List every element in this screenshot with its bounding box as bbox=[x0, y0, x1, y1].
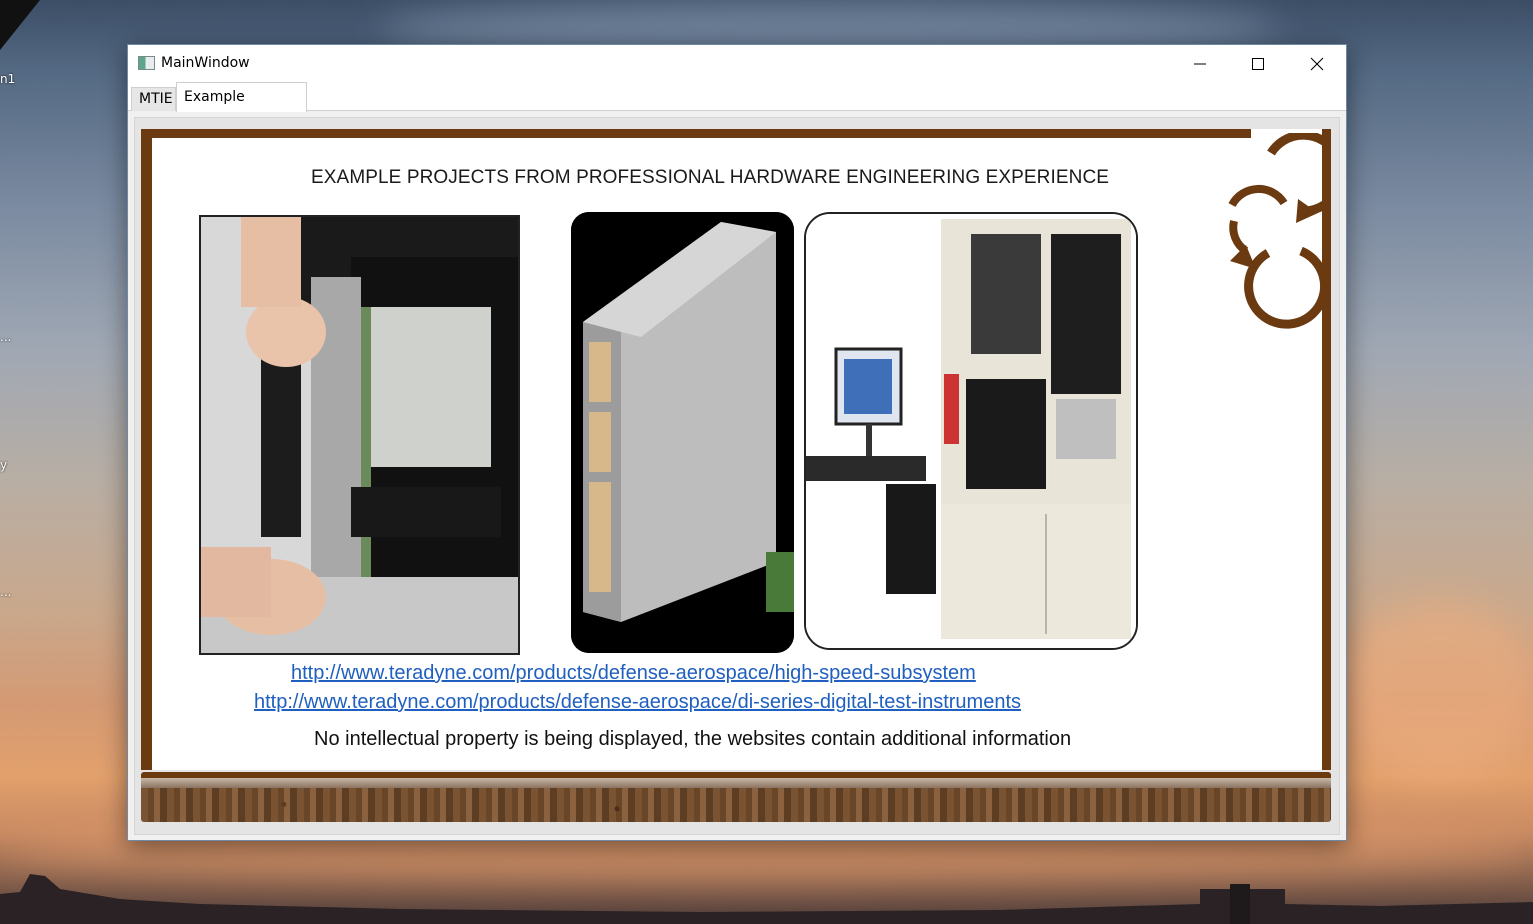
frame-border-left bbox=[141, 129, 152, 770]
city-skyline bbox=[0, 874, 1533, 924]
tab-example-projects[interactable]: Example Projects bbox=[176, 82, 307, 133]
page-heading: EXAMPLE PROJECTS FROM PROFESSIONAL HARDW… bbox=[311, 167, 1110, 188]
desktop-icon-label[interactable]: y bbox=[0, 458, 7, 472]
test-system-photo bbox=[804, 212, 1138, 650]
maximize-button[interactable] bbox=[1229, 45, 1287, 82]
maximize-icon bbox=[1252, 57, 1264, 70]
desktop-icon-label[interactable]: ... bbox=[0, 585, 11, 599]
disclaimer-text: No intellectual property is being displa… bbox=[314, 728, 1072, 750]
close-icon bbox=[1310, 57, 1324, 70]
cycle-arrows-icon bbox=[1228, 133, 1326, 329]
tab-content-panel: EXAMPLE PROJECTS FROM PROFESSIONAL HARDW… bbox=[134, 117, 1340, 835]
main-window: MainWindow MTIE Example Projects bbox=[127, 44, 1347, 841]
instrument-card-photo bbox=[571, 212, 794, 653]
decorative-ground-strip bbox=[141, 772, 1331, 822]
tab-bar: MTIE Example Projects bbox=[128, 82, 1346, 133]
window-title: MainWindow bbox=[161, 55, 250, 71]
link-di-series-instruments[interactable]: http://www.teradyne.com/products/defense… bbox=[254, 691, 1021, 714]
sky-glow bbox=[1340, 600, 1533, 780]
project-slide: EXAMPLE PROJECTS FROM PROFESSIONAL HARDW… bbox=[141, 129, 1331, 770]
app-icon bbox=[138, 56, 155, 70]
desktop-icon-label[interactable]: ... bbox=[0, 330, 11, 344]
minimize-button[interactable] bbox=[1171, 45, 1229, 82]
title-bar[interactable]: MainWindow bbox=[128, 45, 1346, 82]
minimize-icon bbox=[1194, 63, 1206, 64]
desktop-corner bbox=[0, 0, 40, 50]
tab-mtie[interactable]: MTIE bbox=[131, 87, 176, 111]
link-high-speed-subsystem[interactable]: http://www.teradyne.com/products/defense… bbox=[291, 662, 976, 685]
frame-border-top bbox=[141, 129, 1251, 138]
close-button[interactable] bbox=[1288, 45, 1346, 82]
chassis-photo bbox=[199, 215, 520, 655]
desktop-icon-label[interactable]: n1 bbox=[0, 72, 15, 86]
